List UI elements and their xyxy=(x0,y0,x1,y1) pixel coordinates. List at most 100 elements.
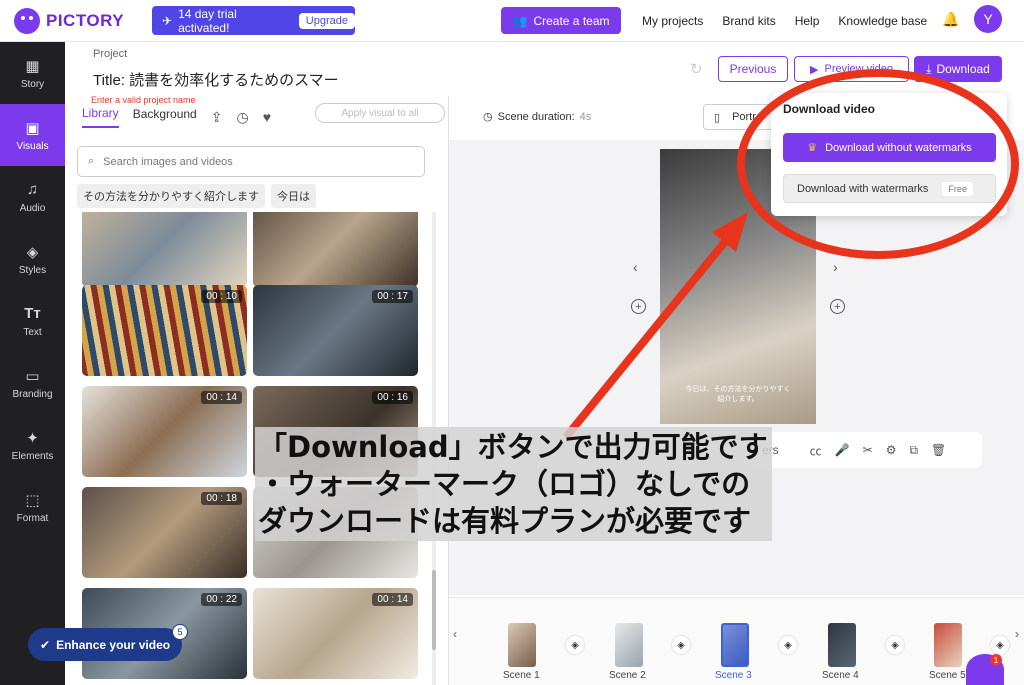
text-icon: Tт xyxy=(24,305,41,322)
tab-library[interactable]: Library xyxy=(82,106,119,128)
download-label: Download xyxy=(936,62,990,76)
media-thumbnail[interactable]: 00 : 14 xyxy=(82,386,247,477)
rail-item-visuals[interactable]: ▣ Visuals xyxy=(0,104,65,166)
duplicate-icon[interactable]: ⧉ xyxy=(909,443,918,458)
download-without-watermarks-label: Download without watermarks xyxy=(825,141,972,154)
heart-icon[interactable]: ♥ xyxy=(263,109,271,125)
nav-knowledge-base[interactable]: Knowledge base xyxy=(838,14,927,28)
scene-thumbnail[interactable] xyxy=(934,623,962,667)
keyword-chip[interactable]: その方法を分かりやすく紹介します xyxy=(77,184,265,208)
preview-video-button[interactable]: ▶ Preview video xyxy=(794,56,909,82)
rail-item-text[interactable]: Tт Text xyxy=(0,290,65,352)
rail-label: Styles xyxy=(18,264,47,276)
octopus-logo-icon xyxy=(14,8,40,34)
scene-duration-label: Scene duration: xyxy=(497,110,575,123)
refresh-icon[interactable]: ↻ xyxy=(690,60,703,78)
nav-help[interactable]: Help xyxy=(795,14,820,28)
rail-item-story[interactable]: ▦ Story xyxy=(0,42,65,104)
scene-label[interactable]: Scene 3 xyxy=(715,670,752,681)
scene-thumbnail[interactable] xyxy=(508,623,536,667)
scene-label[interactable]: Scene 2 xyxy=(609,670,646,681)
nav-brand-kits[interactable]: Brand kits xyxy=(722,14,775,28)
keyword-chip[interactable]: 今日は xyxy=(271,184,316,208)
microphone-icon[interactable]: 🎤 xyxy=(835,443,850,457)
rail-label: Format xyxy=(16,512,49,524)
download-without-watermarks-button[interactable]: ♛ Download without watermarks xyxy=(783,133,996,162)
create-team-button[interactable]: 👥 Create a team xyxy=(501,7,621,34)
caption-line: 紹介します。 xyxy=(717,396,759,403)
enhance-label: Enhance your video xyxy=(56,637,171,652)
enhance-video-button[interactable]: ✔ Enhance your video xyxy=(28,628,182,661)
avatar[interactable]: Y xyxy=(974,5,1002,33)
chevron-right-icon[interactable]: › xyxy=(833,259,838,275)
scene-label[interactable]: Scene 5 xyxy=(929,670,966,681)
clock-icon: ◷ xyxy=(483,111,493,123)
layers-icon[interactable]: ◈ xyxy=(566,636,584,654)
layers-icon[interactable]: ◈ xyxy=(672,636,690,654)
tab-background[interactable]: Background xyxy=(133,107,197,127)
nav-my-projects[interactable]: My projects xyxy=(642,14,703,28)
project-title-input[interactable]: Title: 読書を効率化するためのスマー xyxy=(93,69,339,90)
annotation-line: 「Download」ボタンで出力可能です xyxy=(258,430,768,464)
scene-thumbnail[interactable] xyxy=(615,623,643,667)
scene-thumbnail[interactable] xyxy=(721,623,749,667)
download-with-watermarks-button[interactable]: Download with watermarks Free xyxy=(783,174,996,203)
upgrade-button[interactable]: Upgrade xyxy=(298,12,355,29)
bell-icon[interactable]: 🔔 xyxy=(942,11,959,27)
media-thumbnail[interactable] xyxy=(253,212,418,287)
scene-label[interactable]: Scene 4 xyxy=(822,670,859,681)
free-badge: Free xyxy=(942,181,973,196)
gear-icon[interactable]: ⚙ xyxy=(886,443,897,457)
search-field[interactable]: ⌕ Search images and videos xyxy=(77,146,425,177)
media-thumbnail[interactable]: 00 : 18 xyxy=(82,487,247,578)
trash-icon[interactable]: 🗑 xyxy=(931,443,946,457)
rail-label: Text xyxy=(23,326,42,338)
layers-icon[interactable]: ◈ xyxy=(779,636,797,654)
portrait-button[interactable]: ▯ Portr xyxy=(703,104,773,130)
media-thumbnail[interactable]: 00 : 10 xyxy=(82,285,247,376)
duration-label: 00 : 22 xyxy=(201,593,242,606)
create-team-label: Create a team xyxy=(533,13,610,28)
search-icon: ⌕ xyxy=(88,155,95,167)
chevron-left-icon[interactable]: ‹ xyxy=(453,627,457,641)
clock-icon[interactable]: ◷ xyxy=(236,109,248,126)
rail-item-styles[interactable]: ◈ Styles xyxy=(0,228,65,290)
duration-label: 00 : 10 xyxy=(201,290,242,303)
media-thumbnail[interactable] xyxy=(82,212,247,287)
apply-visual-to-all-button[interactable]: Apply visual to all xyxy=(315,103,445,123)
captions-icon[interactable]: ㏄ xyxy=(810,442,822,459)
rail-item-elements[interactable]: ✦ Elements xyxy=(0,414,65,476)
trial-text: 14 day trial activated! xyxy=(178,6,237,35)
title-error: Enter a valid project name xyxy=(91,95,196,105)
add-scene-before-icon[interactable]: + xyxy=(631,299,646,314)
enhance-count-badge: 5 xyxy=(172,624,188,640)
scissors-icon[interactable]: ✂ xyxy=(863,443,873,457)
rail-item-branding[interactable]: ▭ Branding xyxy=(0,352,65,414)
preview-label: Preview video xyxy=(824,63,893,75)
media-thumbnail[interactable]: 00 : 14 xyxy=(253,588,418,679)
layers-icon[interactable]: ◈ xyxy=(886,636,904,654)
media-thumbnail[interactable]: 00 : 17 xyxy=(253,285,418,376)
add-scene-after-icon[interactable]: + xyxy=(830,299,845,314)
scrollbar-thumb[interactable] xyxy=(432,570,436,650)
rail-item-format[interactable]: ⬚ Format xyxy=(0,476,65,538)
format-icon: ⬚ xyxy=(25,491,40,509)
styles-icon: ◈ xyxy=(26,243,39,261)
crown-icon: ♛ xyxy=(807,142,818,154)
chevron-right-icon[interactable]: › xyxy=(1015,627,1019,641)
team-icon: 👥 xyxy=(512,13,528,28)
scene-thumbnail[interactable] xyxy=(828,623,856,667)
scene-label[interactable]: Scene 1 xyxy=(503,670,540,681)
scene-duration-value: 4s xyxy=(579,110,592,123)
previous-button[interactable]: Previous xyxy=(718,56,788,82)
scene-duration[interactable]: ◷ Scene duration: 4s xyxy=(483,110,592,124)
upload-folder-icon[interactable]: ⇪ xyxy=(211,109,223,126)
rail-item-audio[interactable]: ♫ Audio xyxy=(0,166,65,228)
duration-label: 00 : 17 xyxy=(372,290,413,303)
layers-icon[interactable]: ◈ xyxy=(991,636,1009,654)
elements-icon: ✦ xyxy=(26,429,39,447)
chevron-left-icon[interactable]: ‹ xyxy=(633,259,638,275)
logo[interactable]: PICTORY xyxy=(14,8,124,34)
top-nav: My projects Brand kits Help Knowledge ba… xyxy=(642,14,927,28)
download-button[interactable]: ⤓ Download xyxy=(914,56,1002,82)
